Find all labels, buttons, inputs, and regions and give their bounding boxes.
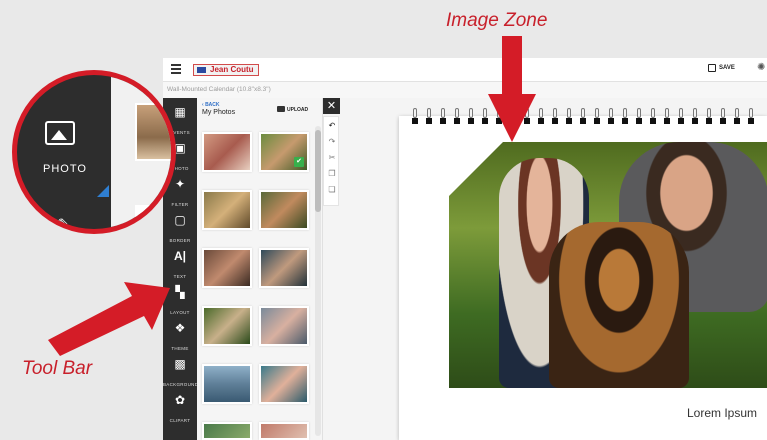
photo-thumbnail[interactable] bbox=[259, 306, 309, 346]
back-label: BACK bbox=[205, 102, 220, 108]
scrollbar-thumb[interactable] bbox=[315, 130, 321, 212]
back-link[interactable]: ‹ BACK bbox=[202, 102, 220, 108]
photo-dog bbox=[549, 222, 689, 388]
tool-text[interactable]: A| TEXT bbox=[163, 244, 197, 279]
magic-wand-icon: ✦ bbox=[174, 177, 186, 191]
brand-logo[interactable]: Jean Coutu bbox=[193, 64, 259, 76]
edit-tools: ↶ ↷ ✂ ❐ ❏ bbox=[323, 116, 339, 206]
save-icon[interactable] bbox=[708, 64, 716, 72]
paste-icon[interactable]: ❏ bbox=[327, 185, 337, 195]
photo-thumbnail[interactable] bbox=[202, 190, 252, 230]
photo-thumbnail[interactable] bbox=[259, 248, 309, 288]
tool-label: LAYOUT bbox=[170, 310, 190, 315]
panel-scrollbar[interactable] bbox=[315, 126, 321, 436]
tool-bar-arrow bbox=[48, 282, 170, 356]
clipart-icon: ✿ bbox=[174, 393, 186, 407]
folder-icon[interactable] bbox=[277, 106, 285, 112]
layout-icon: ▚ bbox=[175, 285, 185, 299]
calendar-spiral bbox=[409, 108, 767, 126]
photo-thumbnail[interactable] bbox=[202, 422, 252, 440]
photo-icon bbox=[45, 121, 75, 145]
photo-corner-cut bbox=[449, 142, 503, 196]
save-button[interactable]: SAVE bbox=[719, 65, 735, 71]
copy-icon[interactable]: ❐ bbox=[327, 169, 337, 179]
magnified-photo-label: PHOTO bbox=[43, 163, 87, 175]
tool-label: THEME bbox=[171, 346, 189, 351]
magnified-thumbnail bbox=[135, 103, 171, 161]
image-zone-annotation: Image Zone bbox=[446, 10, 548, 31]
cut-icon[interactable]: ✂ bbox=[327, 153, 337, 163]
image-zone[interactable]: Lorem Ipsum bbox=[399, 108, 767, 440]
undo-icon[interactable]: ↶ bbox=[327, 121, 337, 131]
photo-thumbnail[interactable] bbox=[259, 422, 309, 440]
selected-indicator bbox=[97, 185, 109, 197]
tool-bar-annotation: Tool Bar bbox=[22, 358, 93, 379]
magnifier-callout: PHOTO ✎ bbox=[12, 70, 176, 234]
border-icon: ▢ bbox=[174, 213, 186, 227]
calendar-icon: ▦ bbox=[174, 105, 186, 119]
palette-icon: ❖ bbox=[174, 321, 186, 335]
lightbulb-icon[interactable]: ✺ bbox=[757, 62, 765, 73]
panel-title: My Photos bbox=[202, 109, 236, 116]
photo-thumbnail[interactable] bbox=[202, 132, 252, 172]
photo-thumbnail[interactable] bbox=[202, 248, 252, 288]
photo-panel: ‹ BACK My Photos UPLOAD ✔ bbox=[197, 98, 323, 440]
top-bar: Jean Coutu SAVE ✺ bbox=[163, 58, 767, 82]
upload-button[interactable]: UPLOAD bbox=[287, 107, 308, 113]
close-icon[interactable]: ✕ bbox=[323, 98, 340, 114]
product-title: Wall-Mounted Calendar (10.8"x8.3") bbox=[167, 86, 271, 93]
tool-label: FILTER bbox=[171, 202, 189, 207]
text-icon: ✎ bbox=[57, 217, 71, 234]
menu-icon[interactable] bbox=[171, 64, 181, 74]
photo-thumbnail[interactable] bbox=[202, 364, 252, 404]
tool-label: BORDER bbox=[169, 238, 191, 243]
product-bar: Wall-Mounted Calendar (10.8"x8.3") bbox=[163, 82, 767, 98]
photo-thumbnail[interactable]: ✔ bbox=[259, 132, 309, 172]
tool-label: BACKGROUND bbox=[163, 382, 199, 387]
text-icon: A| bbox=[173, 249, 187, 263]
tool-label: CLIPART bbox=[169, 418, 191, 423]
calendar-caption[interactable]: Lorem Ipsum bbox=[687, 406, 757, 420]
calendar-photo[interactable] bbox=[449, 142, 767, 388]
tool-clipart[interactable]: ✿ CLIPART bbox=[163, 388, 197, 423]
photo-thumbnail[interactable] bbox=[259, 364, 309, 404]
tool-label: TEXT bbox=[173, 274, 187, 279]
photo-thumbnail[interactable] bbox=[202, 306, 252, 346]
checkmark-icon: ✔ bbox=[294, 157, 304, 167]
image-zone-arrow bbox=[488, 36, 536, 142]
photo-thumbnail[interactable] bbox=[259, 190, 309, 230]
calendar-editor: Jean Coutu SAVE ✺ Wall-Mounted Calendar … bbox=[163, 58, 767, 440]
redo-icon[interactable]: ↷ bbox=[327, 137, 337, 147]
background-icon: ▩ bbox=[174, 357, 186, 371]
